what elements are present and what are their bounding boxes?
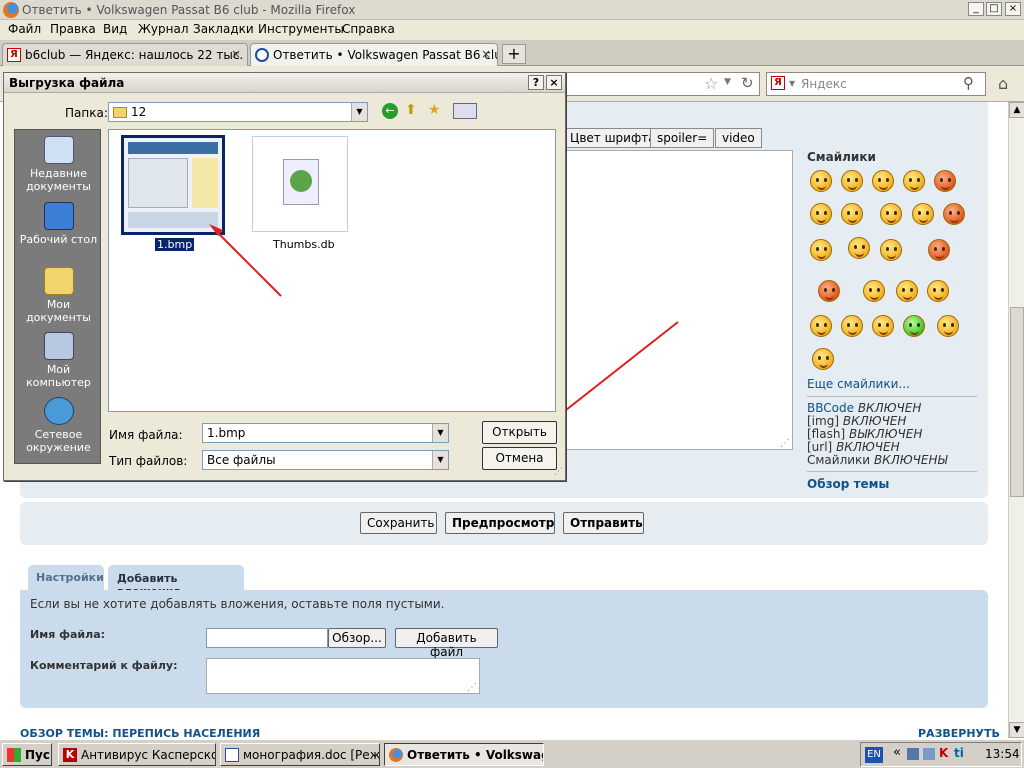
system-tray: EN « K ti 13:54 xyxy=(860,742,1022,767)
yandex-icon: Я xyxy=(7,48,21,62)
menu-tools[interactable]: Инструменты xyxy=(258,22,344,36)
task-firefox[interactable]: Ответить • Volkswag... xyxy=(384,743,544,766)
annotation-arrow xyxy=(209,224,282,297)
magnifier-icon[interactable]: ⚲ xyxy=(963,74,974,92)
minimize-button[interactable]: _ xyxy=(968,2,984,16)
scroll-thumb[interactable] xyxy=(1010,307,1024,497)
clock: 13:54 xyxy=(985,747,1020,761)
scroll-up-icon[interactable]: ▲ xyxy=(1009,102,1024,118)
menu-view[interactable]: Вид xyxy=(103,22,127,36)
file-upload-dialog: Выгрузка файла ? × Папка: 12 ▼ ← ⬆ ★ Нед… xyxy=(3,72,566,481)
tray-network-icon[interactable] xyxy=(907,748,919,760)
engine-dropdown-icon[interactable]: ▼ xyxy=(789,79,795,88)
reload-icon[interactable]: ↻ xyxy=(741,74,754,92)
task-kaspersky[interactable]: K Антивирус Касперског... xyxy=(58,743,216,766)
url-bar[interactable]: ☆ ▼ ↻ xyxy=(565,72,760,96)
bookmark-star-icon[interactable]: ☆ xyxy=(704,74,718,93)
start-button[interactable]: Пуск xyxy=(2,743,52,766)
menu-edit[interactable]: Правка xyxy=(50,22,96,36)
firefox-icon xyxy=(389,748,403,762)
menu-history[interactable]: Журнал xyxy=(138,22,189,36)
window-title: Ответить • Volkswagen Passat B6 club - M… xyxy=(22,3,356,17)
new-tab-button[interactable]: + xyxy=(502,44,526,64)
menu-help[interactable]: Справка xyxy=(342,22,395,36)
vw-logo-icon xyxy=(255,48,269,62)
tab-label: Ответить • Volkswagen Passat B6 club xyxy=(273,48,498,62)
word-doc-icon xyxy=(225,748,239,762)
home-icon[interactable]: ⌂ xyxy=(998,74,1008,93)
tray-display-icon[interactable] xyxy=(923,748,935,760)
taskbar: Пуск K Антивирус Касперског... монографи… xyxy=(0,738,1024,768)
dropdown-arrow-icon[interactable]: ▼ xyxy=(724,77,731,87)
close-button[interactable]: × xyxy=(1005,2,1021,16)
windows-logo-icon xyxy=(7,748,21,762)
task-word[interactable]: монография.doc [Режи... xyxy=(220,743,380,766)
search-input[interactable]: Яндекс xyxy=(801,77,847,91)
yandex-search-icon: Я xyxy=(771,76,785,90)
tray-app-icon[interactable]: ti xyxy=(954,746,964,760)
maximize-button[interactable]: □ xyxy=(986,2,1002,16)
kaspersky-icon: K xyxy=(63,748,77,762)
menu-file[interactable]: Файл xyxy=(8,22,41,36)
tray-kaspersky-icon[interactable]: K xyxy=(939,746,948,760)
menu-bar: Файл Правка Вид Журнал Закладки Инструме… xyxy=(0,20,1024,40)
tab-reply[interactable]: Ответить • Volkswagen Passat B6 club × xyxy=(250,43,498,66)
page-scrollbar[interactable]: ▲ ▼ xyxy=(1008,102,1024,738)
search-box[interactable]: Я ▼ Яндекс ⚲ xyxy=(766,72,986,96)
title-bar: Ответить • Volkswagen Passat B6 club - M… xyxy=(0,0,1024,20)
menu-bookmarks[interactable]: Закладки xyxy=(193,22,254,36)
firefox-icon xyxy=(3,2,19,18)
tab-close-icon[interactable]: × xyxy=(481,47,491,61)
tab-close-icon[interactable]: × xyxy=(231,47,241,61)
language-indicator[interactable]: EN xyxy=(865,747,883,763)
tab-label: b6club — Яндекс: нашлось 22 тыс. отв... xyxy=(25,48,247,62)
tray-expand-icon[interactable]: « xyxy=(893,745,901,760)
tab-bar: Я b6club — Яндекс: нашлось 22 тыс. отв..… xyxy=(0,40,1024,66)
scroll-down-icon[interactable]: ▼ xyxy=(1009,722,1024,738)
tab-yandex[interactable]: Я b6club — Яндекс: нашлось 22 тыс. отв..… xyxy=(2,43,248,66)
